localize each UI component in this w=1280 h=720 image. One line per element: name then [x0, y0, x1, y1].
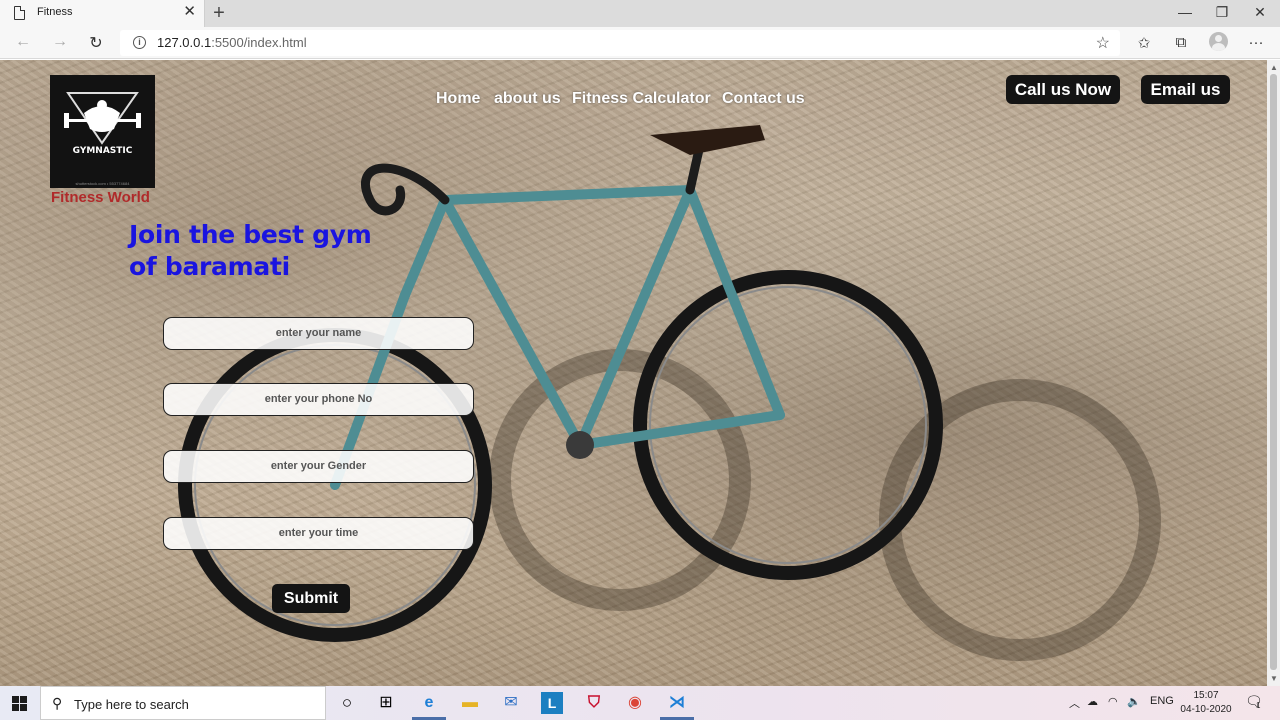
page-icon	[14, 6, 25, 20]
brand-name: Fitness World	[51, 189, 150, 206]
volume-icon[interactable]: 🔈	[1127, 695, 1141, 708]
logo-title: GYMNASTIC	[72, 146, 133, 156]
url-host: 127.0.0.1	[157, 35, 212, 50]
page-content: GYMNASTIC shutterstock.com • 553774684 F…	[0, 60, 1267, 686]
new-tab-icon[interactable]: +	[210, 1, 228, 25]
time-input[interactable]: enter your time	[163, 517, 474, 550]
language-indicator[interactable]: ENG	[1150, 695, 1174, 707]
wifi-icon[interactable]: ◠	[1108, 695, 1118, 708]
windows-taskbar: ⚲ Type here to search ○ ⊞ e ▬ ✉ L ⛉ ◉ ⋊ …	[0, 686, 1280, 720]
add-favorite-icon[interactable]: ☆	[1096, 33, 1110, 53]
scroll-down-icon[interactable]: ▼	[1270, 674, 1278, 683]
chrome-icon[interactable]: ◉	[624, 692, 646, 714]
clock-date: 04-10-2020	[1180, 704, 1232, 715]
browser-toolbar: ← → ↻ i 127.0.0.1:5500/index.html ☆ ✩ ⧉ …	[0, 27, 1280, 59]
page-headline: Join the best gym of baramati	[129, 220, 372, 281]
clock-time: 15:07	[1193, 690, 1219, 701]
windows-start-icon[interactable]	[12, 696, 27, 711]
logo-watermark: shutterstock.com • 553774684	[75, 181, 130, 186]
nav-about-us[interactable]: about us	[494, 90, 561, 108]
cortana-icon[interactable]: ○	[336, 692, 358, 714]
app-l-icon[interactable]: L	[541, 692, 563, 714]
scroll-thumb[interactable]	[1270, 74, 1277, 670]
tab-close-icon[interactable]: ✕	[183, 4, 196, 20]
forward-icon[interactable]: →	[50, 33, 70, 51]
url-text[interactable]: 127.0.0.1:5500/index.html	[157, 35, 307, 50]
close-window-icon[interactable]: ✕	[1248, 3, 1272, 21]
tab-title: Fitness	[37, 6, 73, 18]
nav-contact-us[interactable]: Contact us	[722, 90, 805, 108]
mail-icon[interactable]: ✉	[500, 692, 522, 714]
taskbar-search-placeholder: Type here to search	[74, 697, 189, 712]
more-menu-icon[interactable]: ···	[1245, 34, 1267, 51]
favorites-icon[interactable]: ✩	[1133, 34, 1155, 52]
info-icon[interactable]: i	[133, 36, 146, 49]
profile-avatar-icon[interactable]	[1209, 32, 1228, 51]
notification-count: 1	[1256, 701, 1261, 710]
file-explorer-icon[interactable]: ▬	[459, 692, 481, 714]
url-path: :5500/index.html	[211, 35, 307, 50]
refresh-icon[interactable]: ↻	[86, 33, 106, 53]
scroll-up-icon[interactable]: ▲	[1270, 63, 1278, 72]
browser-tab[interactable]: Fitness ✕	[0, 0, 205, 27]
name-input[interactable]: enter your name	[163, 317, 474, 350]
mcafee-icon[interactable]: ⛉	[583, 692, 605, 714]
onedrive-icon[interactable]: ☁	[1087, 695, 1098, 708]
nav-home[interactable]: Home	[436, 90, 480, 108]
phone-input[interactable]: enter your phone No	[163, 383, 474, 416]
edge-icon[interactable]: e	[418, 692, 440, 714]
nav-fitness-calculator[interactable]: Fitness Calculator	[572, 90, 711, 108]
collections-icon[interactable]: ⧉	[1170, 34, 1192, 51]
bodybuilder-icon	[64, 92, 141, 145]
bicycle-background-image	[178, 125, 1161, 661]
taskbar-clock[interactable]: 15:07 04-10-2020	[1178, 689, 1234, 717]
minimize-icon[interactable]: —	[1173, 3, 1197, 21]
browser-tab-strip: Fitness ✕ + — ❐ ✕	[0, 0, 1280, 27]
vscode-icon[interactable]: ⋊	[666, 692, 688, 714]
gym-logo[interactable]: GYMNASTIC shutterstock.com • 553774684	[50, 75, 155, 188]
page-scrollbar[interactable]: ▲ ▼	[1267, 60, 1280, 686]
show-hidden-icons[interactable]: ︿	[1069, 695, 1080, 711]
maximize-icon[interactable]: ❐	[1210, 3, 1234, 21]
call-us-button[interactable]: Call us Now	[1006, 75, 1120, 104]
search-icon: ⚲	[52, 695, 63, 711]
gender-input[interactable]: enter your Gender	[163, 450, 474, 483]
back-icon[interactable]: ←	[13, 33, 33, 51]
address-bar[interactable]: i 127.0.0.1:5500/index.html ☆	[120, 30, 1120, 56]
task-view-icon[interactable]: ⊞	[375, 692, 397, 714]
taskbar-search[interactable]: ⚲ Type here to search	[40, 686, 326, 720]
submit-button[interactable]: Submit	[272, 584, 350, 613]
email-us-button[interactable]: Email us	[1141, 75, 1230, 104]
